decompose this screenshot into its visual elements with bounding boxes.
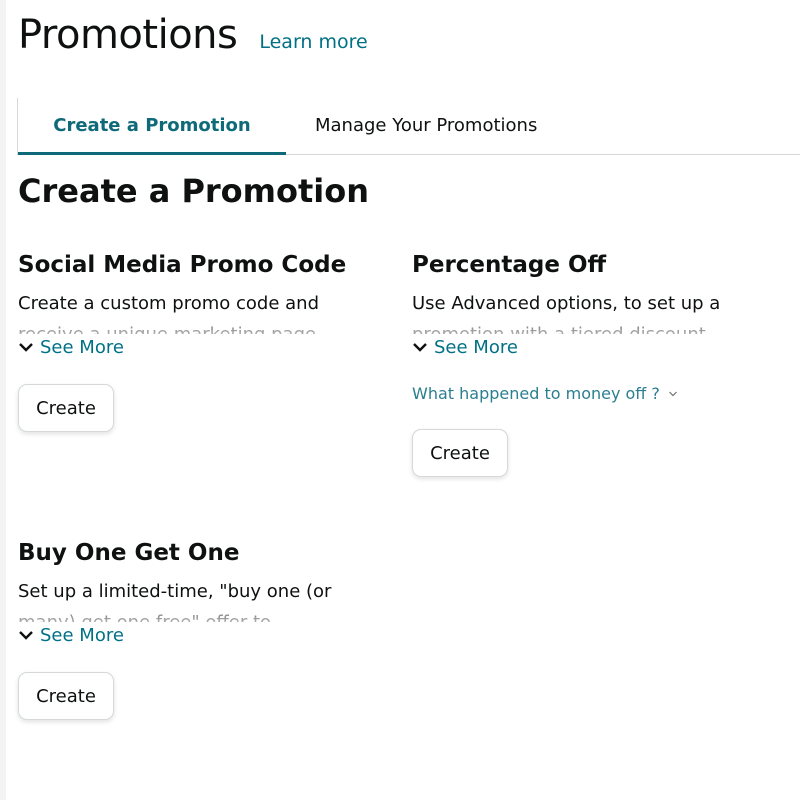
description-fade [18,607,388,622]
money-off-label: What happened to money off ? [412,384,660,403]
see-more-label: See More [40,336,124,358]
create-social-media-promo-button[interactable]: Create [18,384,114,432]
learn-more-link[interactable]: Learn more [259,31,367,53]
chevron-down-icon [19,631,33,640]
see-more-toggle[interactable]: See More [18,622,388,648]
see-more-label: See More [40,624,124,646]
promo-card-buy-one-get-one: Buy One Get One Set up a limited-time, "… [18,540,388,720]
see-more-toggle[interactable]: See More [18,334,388,360]
promo-card-social-media: Social Media Promo Code Create a custom … [18,252,388,432]
money-off-expander[interactable]: What happened to money off ? [412,384,782,403]
chevron-down-icon [19,343,33,352]
description-fade [412,319,782,334]
card-description-line: Use Advanced options, to set up a [412,293,721,314]
see-more-toggle[interactable]: See More [412,334,782,360]
card-description: Use Advanced options, to set up a promot… [412,288,782,334]
chevron-down-icon [413,343,427,352]
page-title: Promotions [18,12,238,58]
description-fade [18,319,388,334]
tab-manage-promotions[interactable]: Manage Your Promotions [315,98,537,153]
create-bogo-button[interactable]: Create [18,672,114,720]
page-left-edge [0,0,6,800]
chevron-down-small-icon [668,391,677,396]
card-description-line: Create a custom promo code and [18,293,319,314]
card-description: Create a custom promo code and receive a… [18,288,388,334]
create-percentage-off-button[interactable]: Create [412,429,508,477]
tab-bar: Create a Promotion Manage Your Promotion… [17,98,800,155]
card-title: Buy One Get One [18,540,240,566]
card-title: Social Media Promo Code [18,252,347,278]
tab-create-promotion[interactable]: Create a Promotion [18,98,286,155]
card-description-line: Set up a limited-time, "buy one (or [18,581,332,602]
card-description: Set up a limited-time, "buy one (or many… [18,576,388,622]
promo-card-percentage-off: Percentage Off Use Advanced options, to … [412,252,782,477]
page-header: Promotions Learn more [18,12,368,58]
section-title: Create a Promotion [18,172,370,210]
card-title: Percentage Off [412,252,607,278]
see-more-label: See More [434,336,518,358]
